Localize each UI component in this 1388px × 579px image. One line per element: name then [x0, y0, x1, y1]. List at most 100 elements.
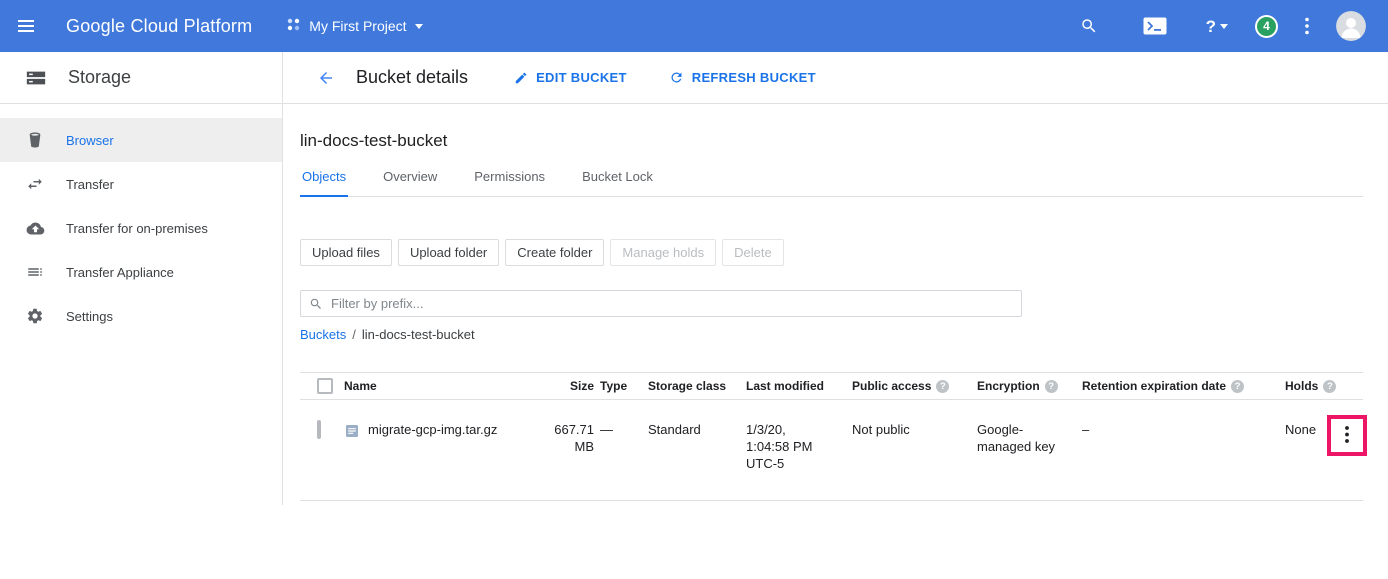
breadcrumb-buckets-link[interactable]: Buckets [300, 327, 346, 342]
search-icon [309, 297, 323, 311]
body: Browser Transfer Transfer for on-premise… [0, 104, 1388, 505]
column-header-holds: Holds ? [1285, 379, 1339, 393]
select-all-checkbox[interactable] [317, 378, 333, 394]
sidebar-item-label: Transfer [66, 177, 114, 192]
breadcrumb-separator: / [352, 327, 356, 342]
bucket-name-heading: lin-docs-test-bucket [300, 131, 1363, 151]
object-row: migrate-gcp-img.tar.gz 667.71 MB — Stand… [300, 400, 1363, 501]
object-size: 667.71 MB [550, 422, 600, 456]
breadcrumb: Buckets / lin-docs-test-bucket [300, 327, 1363, 342]
back-arrow-icon [317, 69, 335, 87]
object-name-cell: migrate-gcp-img.tar.gz [344, 422, 550, 444]
hamburger-icon [16, 16, 36, 36]
kebab-icon [1345, 426, 1349, 443]
column-header-size: Size [550, 379, 600, 393]
column-header-retention: Retention expiration date ? [1082, 379, 1285, 393]
object-type: — [600, 422, 648, 439]
manage-holds-button: Manage holds [610, 239, 716, 266]
sidebar-item-label: Settings [66, 309, 113, 324]
object-last-modified: 1/3/20, 1:04:58 PM UTC-5 [746, 422, 852, 473]
column-header-storage-class: Storage class [648, 379, 746, 393]
project-icon [286, 17, 301, 35]
cloud-shell-button[interactable] [1143, 17, 1167, 35]
tab-overview[interactable]: Overview [381, 169, 439, 197]
chevron-down-icon [1220, 24, 1228, 29]
sidebar-item-transfer-on-premises[interactable]: Transfer for on-premises [0, 206, 282, 250]
storage-product-icon [25, 67, 47, 89]
app-bar: Storage Bucket details EDIT BUCKET REFRE… [0, 52, 1388, 104]
help-icon[interactable]: ? [1323, 380, 1336, 393]
sidebar-item-browser[interactable]: Browser [0, 118, 282, 162]
sidebar-item-settings[interactable]: Settings [0, 294, 282, 338]
filter-box [300, 290, 1022, 317]
sidebar: Browser Transfer Transfer for on-premise… [0, 104, 283, 505]
breadcrumb-current: lin-docs-test-bucket [362, 327, 475, 342]
object-row-menu-button[interactable] [1339, 422, 1355, 450]
create-folder-button[interactable]: Create folder [505, 239, 604, 266]
hamburger-menu-button[interactable] [0, 0, 52, 52]
gcp-logo[interactable]: Google Cloud Platform [66, 16, 252, 37]
tab-permissions[interactable]: Permissions [472, 169, 547, 197]
appliance-list-icon [25, 263, 45, 281]
column-header-type: Type [600, 379, 648, 393]
tab-bucket-lock[interactable]: Bucket Lock [580, 169, 655, 197]
top-nav-bar: Google Cloud Platform My First Project ?… [0, 0, 1388, 52]
overflow-menu-button[interactable] [1305, 17, 1309, 35]
cloud-shell-icon [1143, 17, 1167, 35]
bucket-icon [25, 131, 45, 149]
transfer-arrows-icon [25, 175, 45, 193]
project-name: My First Project [309, 18, 406, 34]
gcp-console: Google Cloud Platform My First Project ?… [0, 0, 1388, 579]
search-button[interactable] [1080, 17, 1098, 35]
project-selector[interactable]: My First Project [286, 17, 422, 35]
gear-icon [25, 307, 45, 325]
cloud-upload-icon [25, 221, 45, 236]
pencil-icon [514, 71, 528, 85]
refresh-bucket-button[interactable]: REFRESH BUCKET [669, 70, 816, 85]
product-title: Storage [68, 67, 131, 88]
object-name-link[interactable]: migrate-gcp-img.tar.gz [368, 422, 497, 439]
sidebar-item-label: Browser [66, 133, 114, 148]
tab-bar: Objects Overview Permissions Bucket Lock [300, 169, 1363, 197]
search-icon [1080, 17, 1098, 35]
file-icon [344, 423, 360, 444]
product-header: Storage [0, 52, 283, 103]
column-header-name: Name [344, 379, 550, 393]
filter-input[interactable] [331, 296, 1013, 311]
object-retention-expiration: – [1082, 422, 1285, 439]
sidebar-item-label: Transfer Appliance [66, 265, 174, 280]
object-holds: None [1285, 422, 1339, 439]
object-public-access: Not public [852, 422, 977, 439]
sidebar-item-label: Transfer for on-premises [66, 221, 208, 236]
help-button[interactable]: ? [1206, 18, 1228, 35]
avatar[interactable] [1336, 11, 1366, 41]
edit-bucket-button[interactable]: EDIT BUCKET [514, 70, 627, 85]
tab-objects[interactable]: Objects [300, 169, 348, 197]
back-button[interactable] [317, 69, 335, 87]
help-icon[interactable]: ? [1045, 380, 1058, 393]
upload-files-button[interactable]: Upload files [300, 239, 392, 266]
notifications-badge[interactable]: 4 [1255, 15, 1278, 38]
sidebar-item-transfer-appliance[interactable]: Transfer Appliance [0, 250, 282, 294]
edit-bucket-label: EDIT BUCKET [536, 70, 627, 85]
column-header-encryption: Encryption ? [977, 379, 1082, 393]
help-icon[interactable]: ? [936, 380, 949, 393]
refresh-bucket-label: REFRESH BUCKET [692, 70, 816, 85]
table-header-row: Name Size Type Storage class Last modifi… [300, 372, 1363, 400]
help-icon[interactable]: ? [1231, 380, 1244, 393]
refresh-icon [669, 70, 684, 85]
chevron-down-icon [415, 24, 423, 29]
column-header-public-access: Public access ? [852, 379, 977, 393]
upload-folder-button[interactable]: Upload folder [398, 239, 499, 266]
page-header: Bucket details EDIT BUCKET REFRESH BUCKE… [283, 52, 1388, 103]
column-header-last-modified: Last modified [746, 379, 852, 393]
topbar-actions: ? 4 [1080, 11, 1388, 41]
object-encryption: Google-managed key [977, 422, 1082, 456]
sidebar-item-transfer[interactable]: Transfer [0, 162, 282, 206]
object-menu-cell [1339, 422, 1363, 450]
object-storage-class: Standard [648, 422, 746, 439]
help-icon: ? [1206, 18, 1216, 35]
person-icon [1336, 11, 1366, 41]
row-checkbox[interactable] [317, 420, 321, 439]
delete-button: Delete [722, 239, 784, 266]
